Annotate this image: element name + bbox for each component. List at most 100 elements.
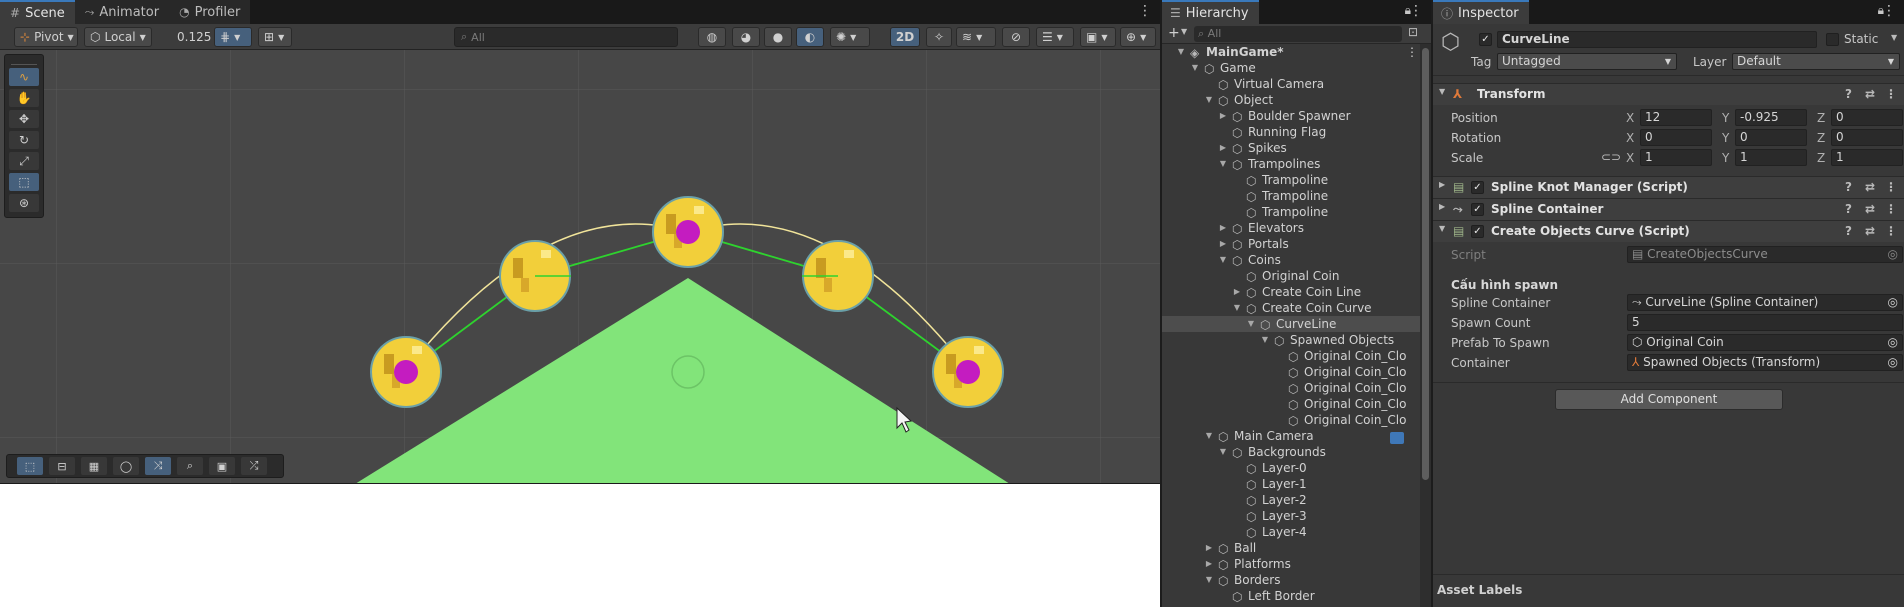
hierarchy-item[interactable]: ⬡ Layer-2 [1162,492,1420,508]
scale-y-field[interactable]: 1 [1735,149,1807,166]
chevron-right-icon[interactable]: ▶ [1218,220,1228,236]
spline-tool-button[interactable]: ∿ [9,68,39,86]
gizmo-globe-button[interactable]: ◍ [698,27,726,47]
component-enabled-checkbox[interactable]: ✓ [1471,181,1484,194]
hierarchy-item[interactable]: ⬡ Trampoline [1162,188,1420,204]
chevron-down-icon[interactable]: ▼ [1439,224,1445,233]
hierarchy-item[interactable]: ⬡ Layer-4 [1162,524,1420,540]
hierarchy-item[interactable]: ▼ ⬡ Borders [1162,572,1420,588]
coin-2[interactable] [499,240,571,312]
hierarchy-item[interactable]: ⬡ Layer-0 [1162,460,1420,476]
target-icon[interactable]: ◎ [1888,355,1898,370]
create-objects-curve-header[interactable]: ▼ ▤ ✓ Create Objects Curve (Script) ? ⇄ … [1433,220,1904,242]
chevron-right-icon[interactable]: ▶ [1218,140,1228,156]
hierarchy-item[interactable]: ⬡ Layer-1 [1162,476,1420,492]
chevron-down-icon[interactable]: ▼ [1232,300,1242,316]
static-checkbox[interactable] [1826,33,1839,46]
more-icon[interactable]: ⋮ [1138,3,1152,19]
help-icon[interactable]: ? [1845,224,1852,238]
hierarchy-item[interactable]: ⬡ Original Coin [1162,268,1420,284]
grid-tool-button[interactable]: ▦ [81,457,107,475]
hierarchy-item[interactable]: ⬡ Trampoline [1162,172,1420,188]
hierarchy-item[interactable]: ▼ ⬡ Create Coin Curve [1162,300,1420,316]
gizmos-button[interactable]: ⊕ ▼ [1120,27,1156,47]
ring-tool-button[interactable]: ◯ [113,457,139,475]
hierarchy-item[interactable]: ▶ ⬡ Spikes [1162,140,1420,156]
hierarchy-item[interactable]: ▶ ⬡ Create Coin Line [1162,284,1420,300]
rotation-y-field[interactable]: 0 [1735,129,1807,146]
asset-labels-bar[interactable]: Asset Labels [1433,574,1904,607]
link-icon[interactable]: ⊂⊃ [1601,150,1621,164]
hierarchy-item[interactable]: ▼ ⬡ Backgrounds [1162,444,1420,460]
debug-button[interactable]: ✺ ▼ [830,27,870,47]
grid-snap-button[interactable]: ⋕ ▼ [214,27,252,47]
hierarchy-item[interactable]: ▼ ⬡ Game [1162,60,1420,76]
prefab-to-spawn-field[interactable]: ⬡ Original Coin ◎ [1627,334,1903,351]
hierarchy-item[interactable]: ⬡ Trampoline [1162,204,1420,220]
zoom-tool-button[interactable]: ⌕ [177,457,203,475]
knot-tool-button[interactable]: ⊟ [49,457,75,475]
grid-visibility-button[interactable]: ⊞ ▼ [258,27,292,47]
menu-icon[interactable]: ⋮ [1885,87,1897,101]
help-icon[interactable]: ? [1845,180,1852,194]
select-tool-button[interactable]: ⬚ [17,457,43,475]
transform-header[interactable]: ▼ ⅄ Transform ? ⇄ ⋮ [1433,83,1904,105]
shaded-button[interactable]: ◕ [732,27,760,47]
chevron-down-icon[interactable]: ▼ [1246,316,1256,332]
chevron-down-icon[interactable]: ▼ [1218,252,1228,268]
hierarchy-item[interactable]: ⬡ Original Coin_Clo [1162,364,1420,380]
spline-knot-manager-header[interactable]: ▶ ▤ ✓ Spline Knot Manager (Script) ? ⇄ ⋮ [1433,176,1904,198]
hierarchy-item[interactable]: ▶ ⬡ Platforms [1162,556,1420,572]
chevron-right-icon[interactable]: ▶ [1218,108,1228,124]
move-tool-button[interactable]: ✥ [9,110,39,128]
coin-4[interactable] [802,240,874,312]
search-filter-icon[interactable]: ⊡ [1408,25,1418,39]
chevron-down-icon[interactable]: ▼ [1218,444,1228,460]
more-icon[interactable]: ⋮ [1406,44,1418,60]
scale-x-field[interactable]: 1 [1640,149,1712,166]
hierarchy-item[interactable]: ⬡ Layer-3 [1162,508,1420,524]
hierarchy-item[interactable]: ▶ ⬡ Boulder Spawner [1162,108,1420,124]
rotate-tool-button[interactable]: ↻ [9,131,39,149]
hierarchy-search-input[interactable]: ⌕ All [1194,26,1402,42]
spline-container-field[interactable]: ⤳ CurveLine (Spline Container) ◎ [1627,294,1903,311]
scrollbar-thumb[interactable] [1422,48,1429,480]
component-enabled-checkbox[interactable]: ✓ [1471,203,1484,216]
overlay-handle[interactable] [11,57,37,65]
scene-search-input[interactable]: ⌕ All [454,27,678,47]
hierarchy-item[interactable]: ⬡ Original Coin_Clo [1162,348,1420,364]
lit-button[interactable]: ● [764,27,792,47]
target-icon[interactable]: ◎ [1888,335,1898,350]
tab-hierarchy[interactable]: ☰ Hierarchy [1162,0,1259,24]
chevron-down-icon[interactable]: ▼ [1439,87,1445,96]
preset-icon[interactable]: ⇄ [1865,224,1875,238]
position-z-field[interactable]: 0 [1831,109,1903,126]
hierarchy-item[interactable]: ▼ ⬡ Trampolines [1162,156,1420,172]
layer-dropdown[interactable]: Default ▼ [1732,53,1900,70]
hierarchy-item[interactable]: ▶ ⬡ Ball [1162,540,1420,556]
snap-value[interactable]: 0.125 [171,27,211,47]
target-icon[interactable]: ◎ [1888,295,1898,310]
hierarchy-item[interactable]: ⬡ Original Coin_Clo [1162,380,1420,396]
chevron-down-icon[interactable]: ▼ [1176,44,1186,60]
menu-icon[interactable]: ⋮ [1885,224,1897,238]
chevron-right-icon[interactable]: ▶ [1439,180,1445,189]
scale-tool-button[interactable]: ⤢ [9,152,39,170]
help-icon[interactable]: ? [1845,87,1852,101]
spawn-count-field[interactable]: 5 [1627,314,1903,331]
hand-tool-button[interactable]: ✋ [9,89,39,107]
menu-icon[interactable]: ⋮ [1885,202,1897,216]
hierarchy-item[interactable]: ▼ ⬡ Object [1162,92,1420,108]
preset-icon[interactable]: ⇄ [1865,202,1875,216]
hierarchy-item[interactable]: ▼ ⬡ Main Camera [1162,428,1420,444]
hierarchy-item[interactable]: ⬡ Original Coin_Clo [1162,396,1420,412]
help-icon[interactable]: ? [1845,202,1852,216]
chevron-down-icon[interactable]: ▼ [1260,332,1270,348]
preset-icon[interactable]: ⇄ [1865,87,1875,101]
chevron-down-icon[interactable]: ▼ [1218,156,1228,172]
chevron-down-icon[interactable]: ▼ [1891,33,1897,42]
chevron-right-icon[interactable]: ▶ [1232,284,1242,300]
hierarchy-item-selected[interactable]: ▼ ⬡ CurveLine [1162,316,1420,332]
layers-button[interactable]: ☰ ▼ [1036,27,1074,47]
object-name-field[interactable]: CurveLine [1497,31,1817,48]
